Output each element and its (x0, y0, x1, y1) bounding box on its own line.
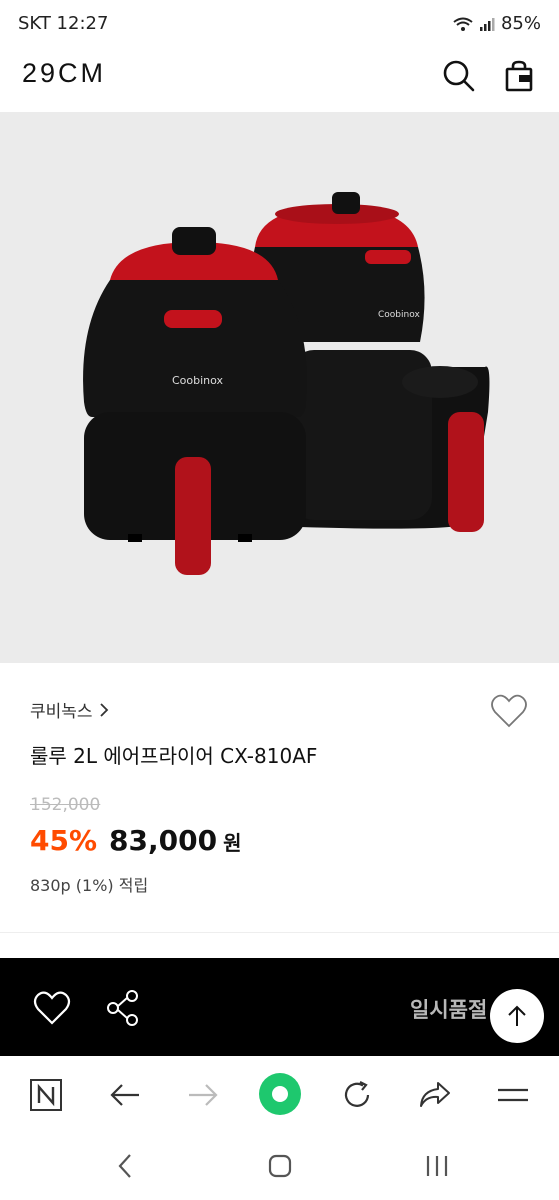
purchase-action-bar: 일시품절 (0, 958, 559, 1056)
sale-price-row: 45% 83,000 원 (30, 824, 242, 857)
app-header: 29CM (0, 50, 559, 112)
naver-n-icon (30, 1079, 62, 1111)
front-brand-logo-text: Coobinox (172, 374, 224, 387)
original-price: 152,000 (30, 795, 101, 815)
arrow-up-icon (508, 1005, 526, 1026)
product-title: 룰루 2L 에어프라이어 CX-810AF (30, 744, 318, 768)
status-carrier-time: SKT 12:27 (18, 13, 109, 34)
status-indicators: 85% (453, 13, 541, 34)
scroll-to-top-button[interactable] (490, 989, 544, 1043)
recents-icon (426, 1156, 448, 1176)
currency-unit: 원 (223, 831, 242, 855)
discount-rate: 45% (30, 824, 98, 857)
back-button[interactable] (106, 1076, 144, 1114)
wishlist-button[interactable] (32, 989, 72, 1027)
refresh-icon (344, 1081, 370, 1107)
search-button[interactable] (440, 57, 478, 95)
back-brand-logo-text: Coobinox (378, 310, 420, 320)
browser-toolbar (0, 1058, 559, 1132)
wifi-icon (453, 17, 473, 31)
forward-button[interactable] (184, 1076, 222, 1114)
shopping-bag-button[interactable] (500, 57, 538, 95)
arrow-left-icon (110, 1084, 139, 1106)
chevron-left-icon (118, 1154, 131, 1178)
refresh-button[interactable] (338, 1076, 376, 1114)
system-navigation-bar (0, 1132, 559, 1200)
battery-level: 85% (500, 13, 541, 34)
air-fryer-front: Coobinox (83, 227, 307, 575)
forward-share-icon (420, 1082, 450, 1107)
share-page-button[interactable] (416, 1076, 454, 1114)
system-recents-button[interactable] (422, 1152, 452, 1180)
share-icon (107, 990, 138, 1026)
brand-name: 쿠비녹스 (30, 702, 93, 722)
sale-price: 83,000 (109, 824, 218, 857)
like-button[interactable] (490, 693, 528, 729)
signal-icon (479, 17, 495, 31)
status-bar: SKT 12:27 85% (0, 0, 559, 50)
hamburger-menu-icon (498, 1088, 528, 1102)
heart-icon (33, 991, 71, 1025)
menu-button[interactable] (494, 1076, 532, 1114)
arrow-right-icon (189, 1084, 218, 1106)
heart-outline-icon (491, 694, 527, 728)
green-dot-icon (259, 1073, 301, 1115)
home-square-icon (268, 1154, 292, 1178)
brand-link[interactable]: 쿠비녹스 (30, 697, 109, 722)
green-dot-button[interactable] (258, 1072, 302, 1116)
system-home-button[interactable] (266, 1152, 294, 1180)
search-icon (443, 60, 475, 92)
product-image[interactable]: Coobinox Coobinox (0, 112, 559, 663)
section-divider (0, 932, 559, 933)
site-logo[interactable]: 29CM (22, 58, 106, 89)
air-fryer-illustration: Coobinox Coobinox (83, 192, 490, 575)
system-back-button[interactable] (112, 1152, 140, 1180)
reward-points: 830p (1%) 적립 (30, 876, 149, 895)
share-button[interactable] (104, 988, 142, 1028)
shopping-bag-icon (505, 60, 533, 92)
naver-home-button[interactable] (27, 1076, 65, 1114)
chevron-right-icon (99, 702, 108, 717)
sold-out-label: 일시품절 (410, 998, 488, 1022)
